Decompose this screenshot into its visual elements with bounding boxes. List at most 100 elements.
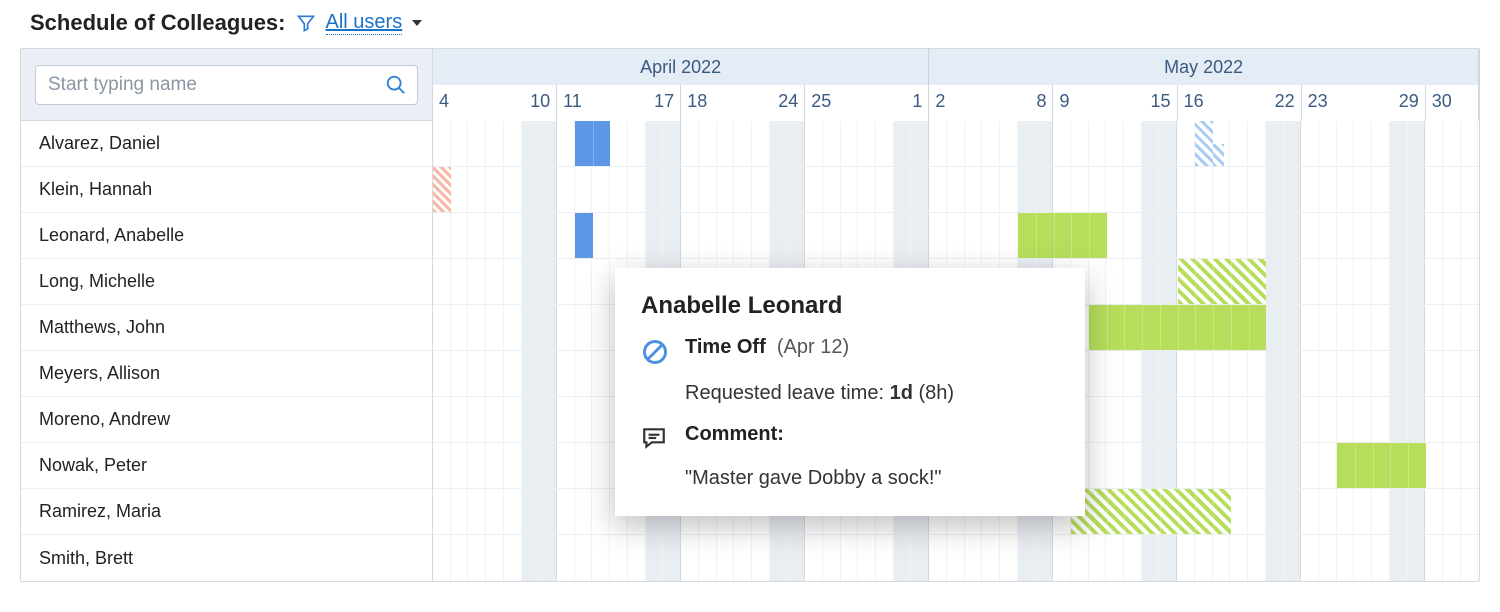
day-cell[interactable] [504,443,522,488]
day-cell[interactable] [663,535,681,581]
day-cell[interactable] [1337,167,1355,212]
day-cell[interactable] [1195,167,1213,212]
day-cell[interactable] [557,489,575,534]
filter-users-dropdown[interactable]: All users [326,11,403,35]
day-cell[interactable] [1461,121,1479,166]
day-cell[interactable] [1248,351,1266,396]
day-cell[interactable] [1195,443,1213,488]
day-cell[interactable] [557,259,575,304]
day-cell[interactable] [787,167,805,212]
day-cell[interactable] [1461,397,1479,442]
day-cell[interactable] [1408,489,1426,534]
day-cell[interactable] [1177,535,1195,581]
day-cell[interactable] [770,213,788,258]
day-cell[interactable] [1390,489,1408,534]
day-cell[interactable] [575,351,593,396]
day-cell[interactable] [1408,397,1426,442]
day-cell[interactable] [1354,535,1372,581]
day-cell[interactable] [1319,305,1337,350]
day-cell[interactable] [1319,259,1337,304]
day-cell[interactable] [504,397,522,442]
day-cell[interactable] [433,397,451,442]
day-cell[interactable] [646,167,664,212]
day-cell[interactable] [1071,535,1089,581]
day-cell[interactable] [1443,489,1461,534]
day-cell[interactable] [1354,305,1372,350]
day-cell[interactable] [504,259,522,304]
day-cell[interactable] [1319,351,1337,396]
day-cell[interactable] [504,535,522,581]
day-cell[interactable] [1089,259,1107,304]
day-cell[interactable] [504,121,522,166]
day-cell[interactable] [1089,351,1107,396]
day-cell[interactable] [1390,305,1408,350]
day-cell[interactable] [841,121,859,166]
employee-row[interactable]: Alvarez, Daniel [21,121,432,167]
day-cell[interactable] [1124,443,1142,488]
day-cell[interactable] [1461,167,1479,212]
day-cell[interactable] [1035,535,1053,581]
day-cell[interactable] [1337,305,1355,350]
day-cell[interactable] [575,489,593,534]
day-cell[interactable] [1124,121,1142,166]
day-cell[interactable] [805,167,823,212]
day-cell[interactable] [1461,213,1479,258]
day-cell[interactable] [433,535,451,581]
day-cell[interactable] [575,397,593,442]
day-cell[interactable] [805,535,823,581]
calendar-row[interactable] [433,121,1479,167]
day-cell[interactable] [1390,213,1408,258]
day-cell[interactable] [451,167,469,212]
day-cell[interactable] [1213,535,1231,581]
day-cell[interactable] [1230,535,1248,581]
day-cell[interactable] [805,121,823,166]
day-cell[interactable] [1071,167,1089,212]
day-cell[interactable] [1230,397,1248,442]
day-cell[interactable] [929,535,947,581]
day-cell[interactable] [1337,535,1355,581]
day-cell[interactable] [451,213,469,258]
day-cell[interactable] [1337,351,1355,396]
day-cell[interactable] [1408,121,1426,166]
day-cell[interactable] [1354,259,1372,304]
day-cell[interactable] [858,213,876,258]
day-cell[interactable] [911,213,929,258]
day-cell[interactable] [894,535,912,581]
day-cell[interactable] [1230,167,1248,212]
day-cell[interactable] [1301,397,1319,442]
day-cell[interactable] [1248,535,1266,581]
schedule-event[interactable] [1195,121,1213,166]
day-cell[interactable] [433,121,451,166]
day-cell[interactable] [610,167,628,212]
day-cell[interactable] [468,213,486,258]
day-cell[interactable] [699,535,717,581]
day-cell[interactable] [451,443,469,488]
day-cell[interactable] [539,489,557,534]
day-cell[interactable] [610,121,628,166]
day-cell[interactable] [522,213,540,258]
day-cell[interactable] [592,489,610,534]
day-cell[interactable] [486,213,504,258]
day-cell[interactable] [1390,351,1408,396]
day-cell[interactable] [592,305,610,350]
day-cell[interactable] [575,535,593,581]
day-cell[interactable] [522,121,540,166]
day-cell[interactable] [911,121,929,166]
day-cell[interactable] [929,121,947,166]
day-cell[interactable] [468,167,486,212]
day-cell[interactable] [982,167,1000,212]
search-icon[interactable] [385,74,407,96]
day-cell[interactable] [1408,213,1426,258]
day-cell[interactable] [1266,351,1284,396]
day-cell[interactable] [823,121,841,166]
day-cell[interactable] [663,213,681,258]
day-cell[interactable] [982,213,1000,258]
day-cell[interactable] [1177,167,1195,212]
day-cell[interactable] [1142,397,1160,442]
day-cell[interactable] [1425,213,1443,258]
day-cell[interactable] [1372,121,1390,166]
day-cell[interactable] [1230,213,1248,258]
day-cell[interactable] [1018,121,1036,166]
day-cell[interactable] [539,535,557,581]
day-cell[interactable] [1159,259,1177,304]
